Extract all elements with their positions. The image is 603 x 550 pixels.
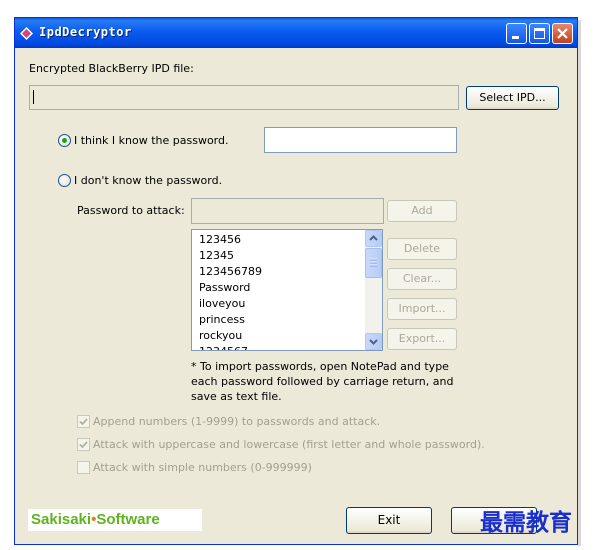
site-watermark: 最需教育 — [480, 509, 572, 536]
text-caret — [33, 90, 34, 104]
list-item[interactable]: 123456789 — [199, 264, 359, 280]
password-list-scrollbar[interactable] — [365, 230, 382, 350]
close-icon — [557, 28, 568, 39]
maximize-button[interactable] — [529, 23, 550, 44]
chevron-up-icon — [369, 235, 378, 241]
app-window: IpdDecryptor Encrypted BlackBerry IPD fi… — [14, 17, 578, 545]
list-item[interactable]: 123456 — [199, 232, 359, 248]
checkmark-icon — [79, 418, 88, 426]
know-password-label[interactable]: I think I know the password. — [74, 134, 229, 147]
exit-button[interactable]: Exit — [346, 507, 432, 534]
logo-text-left: Sakisaki — [31, 511, 92, 528]
password-to-attack-label: Password to attack: — [77, 204, 185, 217]
import-button[interactable]: Import... — [387, 298, 457, 320]
scroll-up-button[interactable] — [365, 230, 382, 247]
password-list-items: 123456 12345 123456789 Password iloveyou… — [199, 232, 359, 350]
known-password-input[interactable] — [264, 127, 457, 153]
know-password-radio[interactable] — [58, 134, 71, 147]
list-item[interactable]: princess — [199, 312, 359, 328]
password-list[interactable]: 123456 12345 123456789 Password iloveyou… — [191, 229, 383, 351]
clear-button[interactable]: Clear... — [387, 268, 457, 290]
case-attack-checkbox[interactable] — [77, 438, 90, 451]
minimize-button[interactable] — [506, 23, 527, 44]
case-attack-label: Attack with uppercase and lowercase (fir… — [93, 438, 485, 451]
append-numbers-label: Append numbers (1-9999) to passwords and… — [93, 415, 381, 428]
sakisaki-software-logo: Sakisaki•Software — [28, 509, 202, 531]
ipd-file-label: Encrypted BlackBerry IPD file: — [29, 62, 194, 75]
close-button[interactable] — [552, 23, 573, 44]
export-button[interactable]: Export... — [387, 328, 457, 350]
list-item[interactable]: 12345 — [199, 248, 359, 264]
logo-text-right: Software — [96, 511, 160, 528]
append-numbers-checkbox[interactable] — [77, 415, 90, 428]
maximize-icon — [534, 28, 545, 39]
dont-know-password-label[interactable]: I don't know the password. — [74, 174, 222, 187]
select-ipd-button[interactable]: Select IPD... — [466, 86, 559, 110]
delete-button[interactable]: Delete — [387, 238, 457, 260]
simple-numbers-checkbox[interactable] — [77, 461, 90, 474]
checkmark-icon — [79, 441, 88, 449]
list-item[interactable]: iloveyou — [199, 296, 359, 312]
import-note-line: * To import passwords, open NotePad and … — [191, 360, 449, 373]
simple-numbers-label: Attack with simple numbers (0-999999) — [93, 461, 312, 474]
window-shadow — [578, 20, 581, 546]
grip-icon — [370, 258, 377, 267]
list-item[interactable]: rockyou — [199, 328, 359, 344]
scroll-down-button[interactable] — [365, 333, 382, 350]
dont-know-password-radio[interactable] — [58, 174, 71, 187]
list-item[interactable]: 1234567 — [199, 344, 359, 350]
ipd-file-path-field[interactable] — [29, 85, 459, 110]
title-bar[interactable]: IpdDecryptor — [15, 18, 577, 48]
import-note-line: each password followed by carriage retur… — [191, 375, 454, 388]
password-to-attack-input[interactable] — [191, 198, 384, 224]
radio-selected-dot — [62, 138, 67, 143]
window-title: IpdDecryptor — [39, 25, 132, 39]
import-note-line: save as text file. — [191, 390, 282, 403]
minimize-icon — [512, 36, 519, 39]
diamond-app-icon — [20, 27, 33, 40]
add-button[interactable]: Add — [387, 200, 457, 222]
list-item[interactable]: Password — [199, 280, 359, 296]
chevron-down-icon — [369, 339, 378, 345]
scrollbar-thumb[interactable] — [365, 248, 382, 278]
